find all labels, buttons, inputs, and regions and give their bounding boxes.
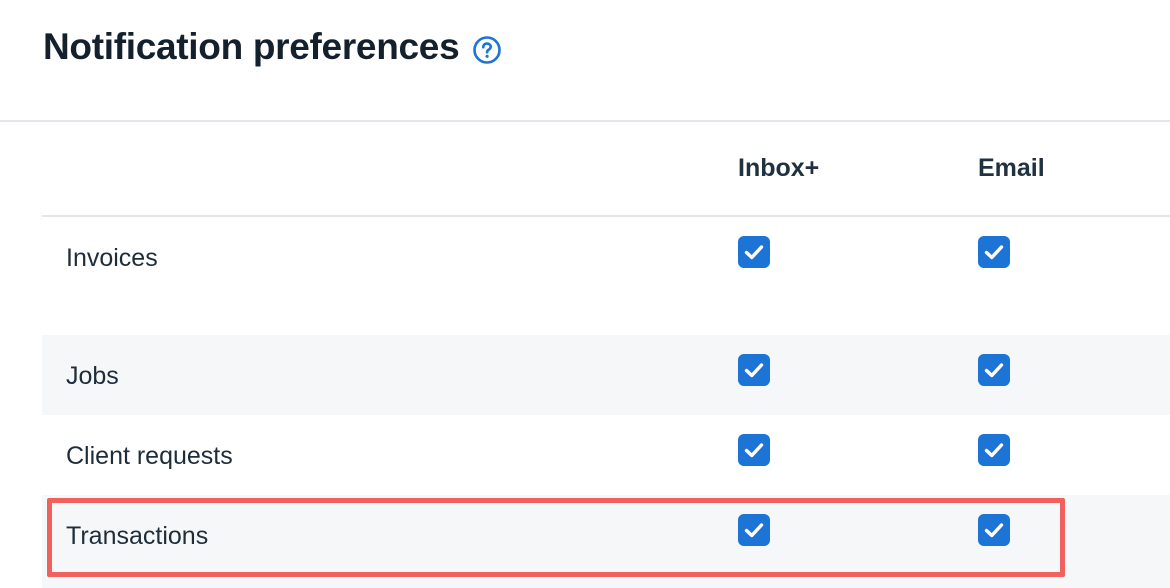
invoices-inbox-checkbox[interactable] — [738, 236, 770, 268]
row-label-transactions: Transactions — [66, 522, 209, 550]
transactions-email-checkbox[interactable] — [978, 514, 1010, 546]
row-label-client-requests: Client requests — [66, 442, 233, 470]
table-row-jobs: Jobs — [42, 335, 1170, 415]
transactions-inbox-checkbox[interactable] — [738, 514, 770, 546]
invoices-email-checkbox[interactable] — [978, 236, 1010, 268]
table-row-invoices: Invoices — [42, 217, 1170, 335]
page-title: Notification preferences — [43, 26, 460, 67]
column-header-email: Email — [978, 154, 1045, 182]
question-circle-icon[interactable] — [472, 35, 502, 65]
client-requests-inbox-checkbox[interactable] — [738, 434, 770, 466]
table-row-client-requests: Client requests — [42, 415, 1170, 495]
checkmark-icon — [984, 245, 1004, 260]
page-header: Notification preferences — [0, 0, 1170, 122]
checkmark-icon — [984, 523, 1004, 538]
row-label-invoices: Invoices — [66, 244, 158, 272]
table-row-transactions: Transactions — [42, 495, 1170, 588]
client-requests-email-checkbox[interactable] — [978, 434, 1010, 466]
checkmark-icon — [744, 363, 764, 378]
notification-preferences-page: Notification preferences Inbox+ Email In… — [0, 0, 1170, 588]
checkmark-icon — [744, 523, 764, 538]
checkmark-icon — [744, 245, 764, 260]
jobs-inbox-checkbox[interactable] — [738, 354, 770, 386]
checkmark-icon — [744, 443, 764, 458]
checkmark-icon — [984, 363, 1004, 378]
checkmark-icon — [984, 443, 1004, 458]
row-label-jobs: Jobs — [66, 362, 119, 390]
column-header-inbox: Inbox+ — [738, 154, 820, 182]
jobs-email-checkbox[interactable] — [978, 354, 1010, 386]
